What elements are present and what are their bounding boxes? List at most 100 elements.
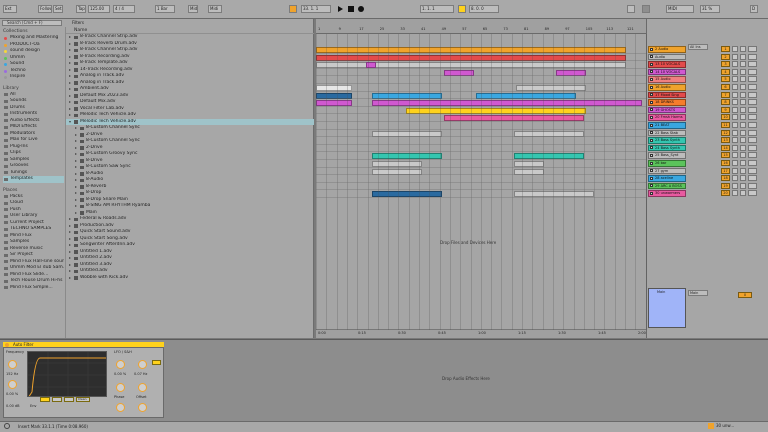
lfo-offset-knob[interactable] bbox=[138, 383, 147, 392]
solo-button[interactable] bbox=[732, 99, 738, 106]
arrangement-lane[interactable] bbox=[316, 130, 646, 138]
arm-button[interactable] bbox=[740, 152, 746, 159]
arrangement-lane[interactable] bbox=[316, 69, 646, 77]
track-volume-field[interactable] bbox=[748, 175, 757, 182]
solo-button[interactable] bbox=[732, 68, 738, 75]
arm-button[interactable] bbox=[740, 144, 746, 151]
arm-button[interactable] bbox=[740, 137, 746, 144]
track-number-button[interactable]: 5 bbox=[721, 76, 730, 83]
arrangement-lane[interactable] bbox=[316, 152, 646, 160]
arm-button[interactable] bbox=[740, 99, 746, 106]
arm-button[interactable] bbox=[740, 106, 746, 113]
track-volume-field[interactable] bbox=[748, 129, 757, 136]
arm-button[interactable] bbox=[740, 190, 746, 197]
track-header[interactable]: 18 DRINKS bbox=[648, 99, 686, 106]
track-number-button[interactable]: 14 bbox=[721, 144, 730, 151]
track-number-button[interactable]: 6 bbox=[721, 84, 730, 90]
track-header[interactable]: 2 Audio bbox=[648, 46, 686, 53]
track-volume-field[interactable] bbox=[748, 144, 757, 151]
track-header[interactable]: 17 Mood Sing bbox=[648, 91, 686, 99]
device-power-icon[interactable] bbox=[5, 343, 9, 347]
track-number-button[interactable]: 12 bbox=[721, 129, 730, 136]
ext-sync-button[interactable]: Ext bbox=[3, 5, 17, 13]
name-column-header[interactable]: Name bbox=[66, 27, 314, 34]
track-header[interactable]: Audio bbox=[648, 53, 686, 61]
solo-button[interactable] bbox=[732, 114, 738, 121]
track-number-button[interactable]: 1 bbox=[721, 46, 730, 52]
arrangement-lane[interactable] bbox=[316, 168, 646, 176]
track-header[interactable]: 20 Fmsh Harms bbox=[648, 114, 686, 121]
track-volume-field[interactable] bbox=[748, 76, 757, 83]
track-volume-field[interactable] bbox=[748, 61, 757, 68]
arm-button[interactable] bbox=[740, 91, 746, 98]
arm-button[interactable] bbox=[740, 84, 746, 90]
track-volume-field[interactable] bbox=[748, 68, 757, 75]
track-activator-icon[interactable] bbox=[650, 191, 653, 195]
solo-button[interactable] bbox=[732, 106, 738, 113]
expand-arrow-icon[interactable]: ▸ bbox=[69, 275, 71, 282]
solo-button[interactable] bbox=[732, 167, 738, 174]
solo-button[interactable] bbox=[732, 129, 738, 136]
filter-circuit-dropdown[interactable]: Clean bbox=[76, 397, 90, 402]
track-header[interactable]: 13 10 VOCALS bbox=[648, 61, 686, 68]
library-item[interactable]: Templates bbox=[3, 176, 64, 183]
filter-type-lp[interactable] bbox=[40, 397, 50, 402]
filter-type-hp[interactable] bbox=[52, 397, 62, 402]
track-header[interactable]: 24 Bass Synth bbox=[648, 144, 686, 152]
track-volume-field[interactable] bbox=[748, 106, 757, 113]
resonance-knob[interactable] bbox=[8, 380, 17, 389]
track-volume-field[interactable] bbox=[748, 167, 757, 174]
solo-button[interactable] bbox=[732, 144, 738, 151]
arm-button[interactable] bbox=[740, 46, 746, 52]
arrangement-lane[interactable] bbox=[316, 114, 646, 122]
auto-filter-title[interactable]: Auto Filter bbox=[3, 342, 164, 348]
track-activator-icon[interactable] bbox=[650, 169, 653, 173]
place-item[interactable]: Mind Flux Simple... bbox=[3, 285, 64, 292]
arm-button[interactable] bbox=[740, 160, 746, 166]
filters-button[interactable]: Filters bbox=[66, 20, 106, 26]
lfo-waveform-button[interactable] bbox=[152, 360, 161, 365]
arm-button[interactable] bbox=[740, 53, 746, 60]
track-number-button[interactable]: 2 bbox=[721, 53, 730, 60]
arm-button[interactable] bbox=[740, 68, 746, 75]
track-number-button[interactable]: 3 bbox=[721, 61, 730, 68]
track-volume-field[interactable] bbox=[748, 160, 757, 166]
track-header[interactable]: 30 unwarmers bbox=[648, 190, 686, 197]
song-position-field[interactable]: 33. 1. 1 bbox=[301, 5, 331, 13]
track-number-button[interactable]: 11 bbox=[721, 122, 730, 128]
arm-button[interactable] bbox=[740, 61, 746, 68]
track-activator-icon[interactable] bbox=[650, 123, 653, 127]
midi-dropdown[interactable]: Midi bbox=[188, 5, 198, 13]
track-header[interactable]: 19 GHOSTS bbox=[648, 106, 686, 114]
track-header[interactable]: 22 Bass Stab bbox=[648, 129, 686, 137]
track-header[interactable]: 23 Bass Synth bbox=[648, 137, 686, 144]
arrangement-lane[interactable] bbox=[316, 137, 646, 145]
track-activator-icon[interactable] bbox=[650, 161, 653, 165]
track-number-button[interactable]: 13 bbox=[721, 137, 730, 144]
tap-tempo-button[interactable]: Tap bbox=[76, 5, 86, 13]
arrangement-lane[interactable] bbox=[316, 99, 646, 107]
track-volume-field[interactable] bbox=[748, 99, 757, 106]
track-number-button[interactable]: 17 bbox=[721, 167, 730, 174]
solo-button[interactable] bbox=[732, 122, 738, 128]
arm-button[interactable] bbox=[740, 122, 746, 128]
solo-button[interactable] bbox=[732, 137, 738, 144]
track-number-button[interactable]: 15 bbox=[721, 152, 730, 159]
track-number-button[interactable]: 19 bbox=[721, 182, 730, 189]
key-mode-button[interactable] bbox=[642, 5, 650, 13]
track-activator-icon[interactable] bbox=[650, 70, 653, 74]
arrangement-lane[interactable] bbox=[316, 160, 646, 168]
track-number-button[interactable]: 7 bbox=[721, 91, 730, 98]
track-number-button[interactable]: 16 bbox=[721, 160, 730, 166]
arm-button[interactable] bbox=[740, 175, 746, 182]
browser-search-input[interactable]: Search (Cmd + F) bbox=[2, 20, 62, 26]
track-header[interactable]: 21 BEAT bbox=[648, 122, 686, 129]
track-volume-field[interactable] bbox=[748, 190, 757, 197]
track-volume-field[interactable] bbox=[748, 46, 757, 52]
main-output-dropdown[interactable]: Main bbox=[688, 290, 708, 296]
arm-button[interactable] bbox=[740, 182, 746, 189]
output-knob[interactable] bbox=[116, 403, 125, 412]
frequency-knob[interactable] bbox=[8, 360, 17, 369]
time-signature-field[interactable]: 4 / 4 bbox=[113, 5, 135, 13]
track-activator-icon[interactable] bbox=[650, 62, 653, 66]
